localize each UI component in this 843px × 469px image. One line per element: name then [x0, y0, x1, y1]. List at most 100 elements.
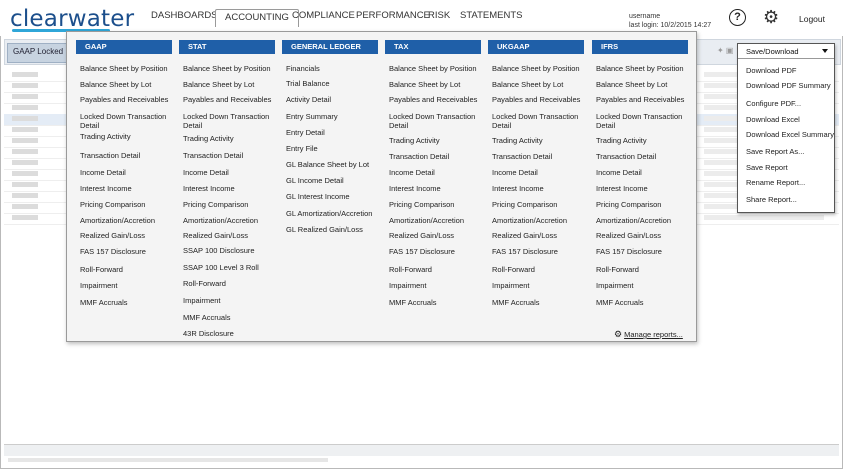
menu-item[interactable]: Transaction Detail	[596, 152, 691, 161]
chevron-down-icon[interactable]	[822, 49, 828, 53]
menu-item[interactable]: Balance Sheet by Position	[183, 64, 278, 73]
menu-item[interactable]: Trial Balance	[286, 79, 381, 88]
menu-item[interactable]: Income Detail	[596, 168, 691, 177]
nav-risk[interactable]: RISK	[428, 10, 450, 21]
menu-item[interactable]: MMF Accruals	[596, 298, 691, 307]
menu-item[interactable]: MMF Accruals	[389, 298, 484, 307]
save-menu-item[interactable]: Save Report	[746, 163, 788, 172]
menu-item[interactable]: Pricing Comparison	[389, 200, 484, 209]
menu-item[interactable]: Interest Income	[183, 184, 278, 193]
menu-item[interactable]: Realized Gain/Loss	[596, 231, 691, 240]
menu-item[interactable]: Amortization/Accretion	[389, 216, 484, 225]
menu-item[interactable]: Pricing Comparison	[492, 200, 587, 209]
menu-item[interactable]: Realized Gain/Loss	[183, 231, 278, 240]
menu-item[interactable]: Interest Income	[80, 184, 175, 193]
menu-item[interactable]: Payables and Receivables	[492, 95, 587, 104]
menu-item[interactable]: Roll-Forward	[389, 265, 484, 274]
menu-item[interactable]: FAS 157 Disclosure	[492, 247, 587, 256]
menu-item[interactable]: Balance Sheet by Lot	[389, 80, 484, 89]
menu-item[interactable]: Trading Activity	[596, 136, 691, 145]
save-menu-item[interactable]: Download Excel Summary	[746, 130, 834, 139]
nav-statements[interactable]: STATEMENTS	[460, 10, 522, 21]
menu-item[interactable]: MMF Accruals	[492, 298, 587, 307]
nav-accounting[interactable]: ACCOUNTING	[215, 9, 299, 27]
menu-item[interactable]: GL Interest Income	[286, 192, 381, 201]
menu-item[interactable]: Trading Activity	[389, 136, 484, 145]
menu-item[interactable]: Transaction Detail	[183, 151, 278, 160]
menu-item[interactable]: Balance Sheet by Lot	[492, 80, 587, 89]
menu-item[interactable]: Realized Gain/Loss	[80, 231, 175, 240]
menu-item[interactable]: Locked Down Transaction Detail	[80, 112, 175, 130]
manage-reports-link[interactable]: ⚙ Manage reports...	[614, 329, 683, 340]
nav-compliance[interactable]: COMPLIANCE	[292, 10, 355, 21]
menu-item[interactable]: GL Amortization/Accretion	[286, 209, 381, 218]
save-menu-item[interactable]: Configure PDF...	[746, 99, 801, 108]
menu-item[interactable]: Amortization/Accretion	[596, 216, 691, 225]
save-menu-item[interactable]: Share Report...	[746, 195, 797, 204]
save-download-dropdown[interactable]: Save/Download	[738, 44, 834, 59]
menu-item[interactable]: Payables and Receivables	[389, 95, 484, 104]
menu-item[interactable]: Impairment	[492, 281, 587, 290]
save-menu-item[interactable]: Download PDF Summary	[746, 81, 831, 90]
save-menu-item[interactable]: Save Report As...	[746, 147, 804, 156]
manage-reports-label[interactable]: Manage reports...	[624, 330, 683, 339]
nav-performance[interactable]: PERFORMANCE	[356, 10, 430, 21]
menu-item[interactable]: Interest Income	[389, 184, 484, 193]
menu-item[interactable]: SSAP 100 Disclosure	[183, 246, 278, 255]
menu-item[interactable]: Locked Down Transaction Detail	[492, 112, 587, 130]
menu-item[interactable]: Entry File	[286, 144, 381, 153]
menu-item[interactable]: Interest Income	[492, 184, 587, 193]
menu-item[interactable]: MMF Accruals	[183, 313, 278, 322]
menu-item[interactable]: Locked Down Transaction Detail	[596, 112, 691, 130]
menu-item[interactable]: FAS 157 Disclosure	[389, 247, 484, 256]
menu-item[interactable]: FAS 157 Disclosure	[80, 247, 175, 256]
menu-item[interactable]: Amortization/Accretion	[492, 216, 587, 225]
menu-item[interactable]: SSAP 100 Level 3 Roll	[183, 263, 278, 272]
menu-item[interactable]: Payables and Receivables	[183, 95, 278, 104]
menu-item[interactable]: Transaction Detail	[492, 152, 587, 161]
menu-item[interactable]: Balance Sheet by Lot	[183, 80, 278, 89]
menu-item[interactable]: Locked Down Transaction Detail	[389, 112, 484, 130]
menu-item[interactable]: Entry Summary	[286, 112, 381, 121]
menu-item[interactable]: Income Detail	[183, 168, 278, 177]
menu-item[interactable]: Income Detail	[80, 168, 175, 177]
menu-item[interactable]: Trading Activity	[80, 132, 175, 141]
menu-item[interactable]: Entry Detail	[286, 128, 381, 137]
menu-item[interactable]: Roll-Forward	[596, 265, 691, 274]
menu-item[interactable]: Roll-Forward	[492, 265, 587, 274]
menu-item[interactable]: Balance Sheet by Lot	[80, 80, 175, 89]
nav-dashboards[interactable]: DASHBOARDS	[151, 10, 218, 21]
menu-item[interactable]: Amortization/Accretion	[80, 216, 175, 225]
menu-item[interactable]: Trading Activity	[183, 134, 278, 143]
menu-item[interactable]: Transaction Detail	[389, 152, 484, 161]
menu-item[interactable]: GL Realized Gain/Loss	[286, 225, 381, 234]
report-toolbar-icons[interactable]: ✦ ▣	[717, 46, 733, 55]
save-menu-item[interactable]: Rename Report...	[746, 178, 805, 187]
menu-item[interactable]: Roll-Forward	[80, 265, 175, 274]
menu-item[interactable]: Pricing Comparison	[80, 200, 175, 209]
menu-item[interactable]: Balance Sheet by Position	[492, 64, 587, 73]
menu-item[interactable]: Payables and Receivables	[596, 95, 691, 104]
menu-item[interactable]: Amortization/Accretion	[183, 216, 278, 225]
menu-item[interactable]: Financials	[286, 64, 381, 73]
help-icon[interactable]: ?	[729, 9, 746, 26]
save-menu-item[interactable]: Download PDF	[746, 66, 796, 75]
menu-item[interactable]: Payables and Receivables	[80, 95, 175, 104]
menu-item[interactable]: Pricing Comparison	[183, 200, 278, 209]
menu-item[interactable]: FAS 157 Disclosure	[596, 247, 691, 256]
menu-item[interactable]: Balance Sheet by Lot	[596, 80, 691, 89]
menu-item[interactable]: Impairment	[80, 281, 175, 290]
save-menu-item[interactable]: Download Excel	[746, 115, 800, 124]
menu-item[interactable]: Realized Gain/Loss	[492, 231, 587, 240]
menu-item[interactable]: Balance Sheet by Position	[389, 64, 484, 73]
menu-item[interactable]: Interest Income	[596, 184, 691, 193]
menu-item[interactable]: Balance Sheet by Position	[80, 64, 175, 73]
menu-item[interactable]: Impairment	[183, 296, 278, 305]
menu-item[interactable]: GL Income Detail	[286, 176, 381, 185]
menu-item[interactable]: Transaction Detail	[80, 151, 175, 160]
menu-item[interactable]: MMF Accruals	[80, 298, 175, 307]
menu-item[interactable]: Income Detail	[389, 168, 484, 177]
logout-button[interactable]: Logout	[799, 14, 825, 24]
menu-item[interactable]: Activity Detail	[286, 95, 381, 104]
menu-item[interactable]: Roll-Forward	[183, 279, 278, 288]
